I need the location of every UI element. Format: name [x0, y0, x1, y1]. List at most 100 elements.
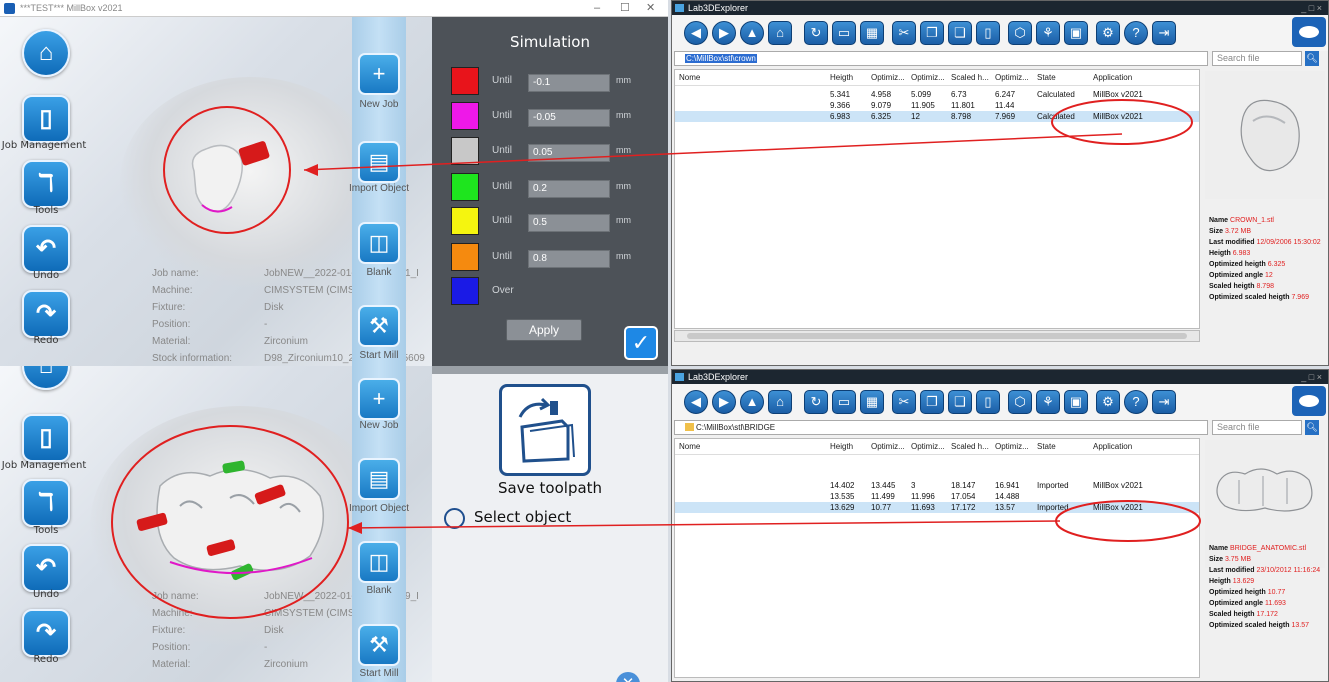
undo-icon[interactable]: ↶ — [22, 225, 70, 273]
column-header[interactable]: Optimiz... — [871, 439, 905, 455]
column-header[interactable]: State — [1037, 439, 1056, 455]
select-object-radio[interactable] — [444, 508, 465, 529]
column-header[interactable]: Heigth — [830, 439, 853, 455]
search-input-bottom[interactable]: Search file — [1212, 420, 1302, 435]
job-management-icon[interactable]: ▯ — [22, 95, 70, 143]
job-management-icon-bottom[interactable]: ▯ — [22, 414, 70, 462]
redo-icon[interactable]: ↷ — [22, 290, 70, 338]
tolerance-input[interactable]: 0.8 — [528, 250, 610, 268]
table-row[interactable]: BRIDGE_ANATOMIC.stl13.62910.7711.69317.1… — [675, 502, 1199, 513]
start-mill-icon[interactable]: ⚒ — [358, 305, 400, 347]
minimize-button[interactable]: – — [594, 0, 600, 17]
column-header[interactable]: Scaled h... — [951, 70, 989, 86]
table-row[interactable]: 2011-02-11_00001-007-16-15-14-13-12-11-.… — [675, 480, 1199, 491]
column-header[interactable]: Nome — [679, 439, 700, 455]
cut-icon[interactable]: ✂ — [892, 390, 916, 414]
path-field-bottom[interactable]: C:\MillBox\stl\BRIDGE — [674, 420, 1208, 435]
close-button[interactable]: ✕ — [646, 0, 655, 17]
home-folder-icon[interactable]: ⌂ — [768, 21, 792, 45]
up-icon[interactable]: ▲ — [740, 21, 764, 45]
search-icon[interactable]: 🔍︎ — [1305, 51, 1319, 66]
tolerance-input[interactable]: 0.5 — [528, 214, 610, 232]
copy-icon[interactable]: ❐ — [920, 21, 944, 45]
tools-icon-bottom[interactable]: ℸ — [22, 479, 70, 527]
close-circle-icon[interactable]: ✕ — [616, 672, 640, 682]
path-field[interactable]: C:\MillBox\stl\crown — [674, 51, 1208, 66]
search-input[interactable]: Search file — [1212, 51, 1302, 66]
color-swatch[interactable] — [451, 102, 479, 130]
column-header[interactable]: Optimiz... — [995, 439, 1029, 455]
home-icon[interactable]: ⌂ — [22, 29, 70, 77]
back-icon[interactable]: ◀ — [684, 21, 708, 45]
column-header[interactable]: Optimiz... — [995, 70, 1029, 86]
view-list-icon[interactable]: ▭ — [832, 21, 856, 45]
column-header[interactable]: Application — [1093, 439, 1132, 455]
color-swatch[interactable] — [451, 137, 479, 165]
blank-icon-bottom[interactable]: ◫ — [358, 541, 400, 583]
color-swatch[interactable] — [451, 207, 479, 235]
refresh-icon[interactable]: ↻ — [804, 21, 828, 45]
table-row[interactable]: FC_ANT_CROWN.stl9.3669.07911.90511.80111… — [675, 100, 1199, 111]
exit-icon[interactable]: ⇥ — [1152, 390, 1176, 414]
blank-icon[interactable]: ◫ — [358, 222, 400, 264]
up-icon[interactable]: ▲ — [740, 390, 764, 414]
explorer-window-controls[interactable]: _ □ × — [1301, 1, 1322, 15]
table-row[interactable]: CROWN_1.stl6.9836.325128.7987.969Calcula… — [675, 111, 1199, 122]
calculate-icon[interactable]: ▣ — [1064, 390, 1088, 414]
view-details-icon[interactable]: ▦ — [860, 390, 884, 414]
table-row[interactable]: Nuova cartella — [675, 469, 1199, 480]
import-object-icon-bottom[interactable]: ▤ — [358, 458, 400, 500]
column-header[interactable]: Optimiz... — [911, 70, 945, 86]
back-icon[interactable]: ◀ — [684, 390, 708, 414]
3d-view-icon[interactable]: ⬡ — [1008, 390, 1032, 414]
redo-icon-bottom[interactable]: ↷ — [22, 609, 70, 657]
3d-view-icon[interactable]: ⬡ — [1008, 21, 1032, 45]
tolerance-input[interactable]: -0.1 — [528, 74, 610, 92]
cut-icon[interactable]: ✂ — [892, 21, 916, 45]
tolerance-input[interactable]: 0.05 — [528, 144, 610, 162]
column-header[interactable]: Optimiz... — [911, 439, 945, 455]
search-icon-bottom[interactable]: 🔍︎ — [1305, 420, 1319, 435]
view-details-icon[interactable]: ▦ — [860, 21, 884, 45]
tools-icon[interactable]: ℸ — [22, 160, 70, 208]
column-header[interactable]: Nome — [679, 70, 700, 86]
calculate-icon[interactable]: ▣ — [1064, 21, 1088, 45]
column-header[interactable]: Application — [1093, 70, 1132, 86]
tools-view-icon[interactable]: ⚘ — [1036, 390, 1060, 414]
apply-button[interactable]: Apply — [506, 319, 582, 341]
confirm-check-icon[interactable]: ✓ — [624, 326, 658, 360]
maximize-button[interactable]: ☐ — [620, 0, 630, 17]
view-list-icon[interactable]: ▭ — [832, 390, 856, 414]
help-icon[interactable]: ? — [1124, 21, 1148, 45]
table-row[interactable]: .. — [675, 458, 1199, 469]
table-row[interactable]: sum_1_00.stl5.3414.9585.0996.736.247Calc… — [675, 89, 1199, 100]
column-header[interactable]: Optimiz... — [871, 70, 905, 86]
import-object-icon[interactable]: ▤ — [358, 141, 400, 183]
settings-icon[interactable]: ⚙ — [1096, 21, 1120, 45]
color-swatch[interactable] — [451, 67, 479, 95]
copy-icon[interactable]: ❐ — [920, 390, 944, 414]
explorer-window-controls-bottom[interactable]: _ □ × — [1301, 370, 1322, 384]
new-job-icon[interactable]: + — [358, 53, 400, 95]
tolerance-input[interactable]: 0.2 — [528, 180, 610, 198]
exit-icon[interactable]: ⇥ — [1152, 21, 1176, 45]
refresh-icon[interactable]: ↻ — [804, 390, 828, 414]
color-swatch[interactable] — [451, 173, 479, 201]
save-toolpath-icon[interactable] — [499, 384, 591, 476]
color-swatch[interactable] — [451, 277, 479, 305]
start-mill-icon-bottom[interactable]: ⚒ — [358, 624, 400, 666]
paste-icon[interactable]: ❏ — [948, 390, 972, 414]
paste-icon[interactable]: ❏ — [948, 21, 972, 45]
color-swatch[interactable] — [451, 243, 479, 271]
new-job-icon-bottom[interactable]: + — [358, 378, 400, 420]
select-object-label[interactable]: Select object — [474, 508, 571, 526]
horizontal-scrollbar[interactable] — [674, 330, 1200, 342]
forward-icon[interactable]: ▶ — [712, 390, 736, 414]
tools-view-icon[interactable]: ⚘ — [1036, 21, 1060, 45]
home-icon-bottom[interactable]: ⌂ — [22, 366, 70, 390]
delete-icon[interactable]: ▯ — [976, 390, 1000, 414]
delete-icon[interactable]: ▯ — [976, 21, 1000, 45]
settings-icon[interactable]: ⚙ — [1096, 390, 1120, 414]
column-header[interactable]: Scaled h... — [951, 439, 989, 455]
undo-icon-bottom[interactable]: ↶ — [22, 544, 70, 592]
